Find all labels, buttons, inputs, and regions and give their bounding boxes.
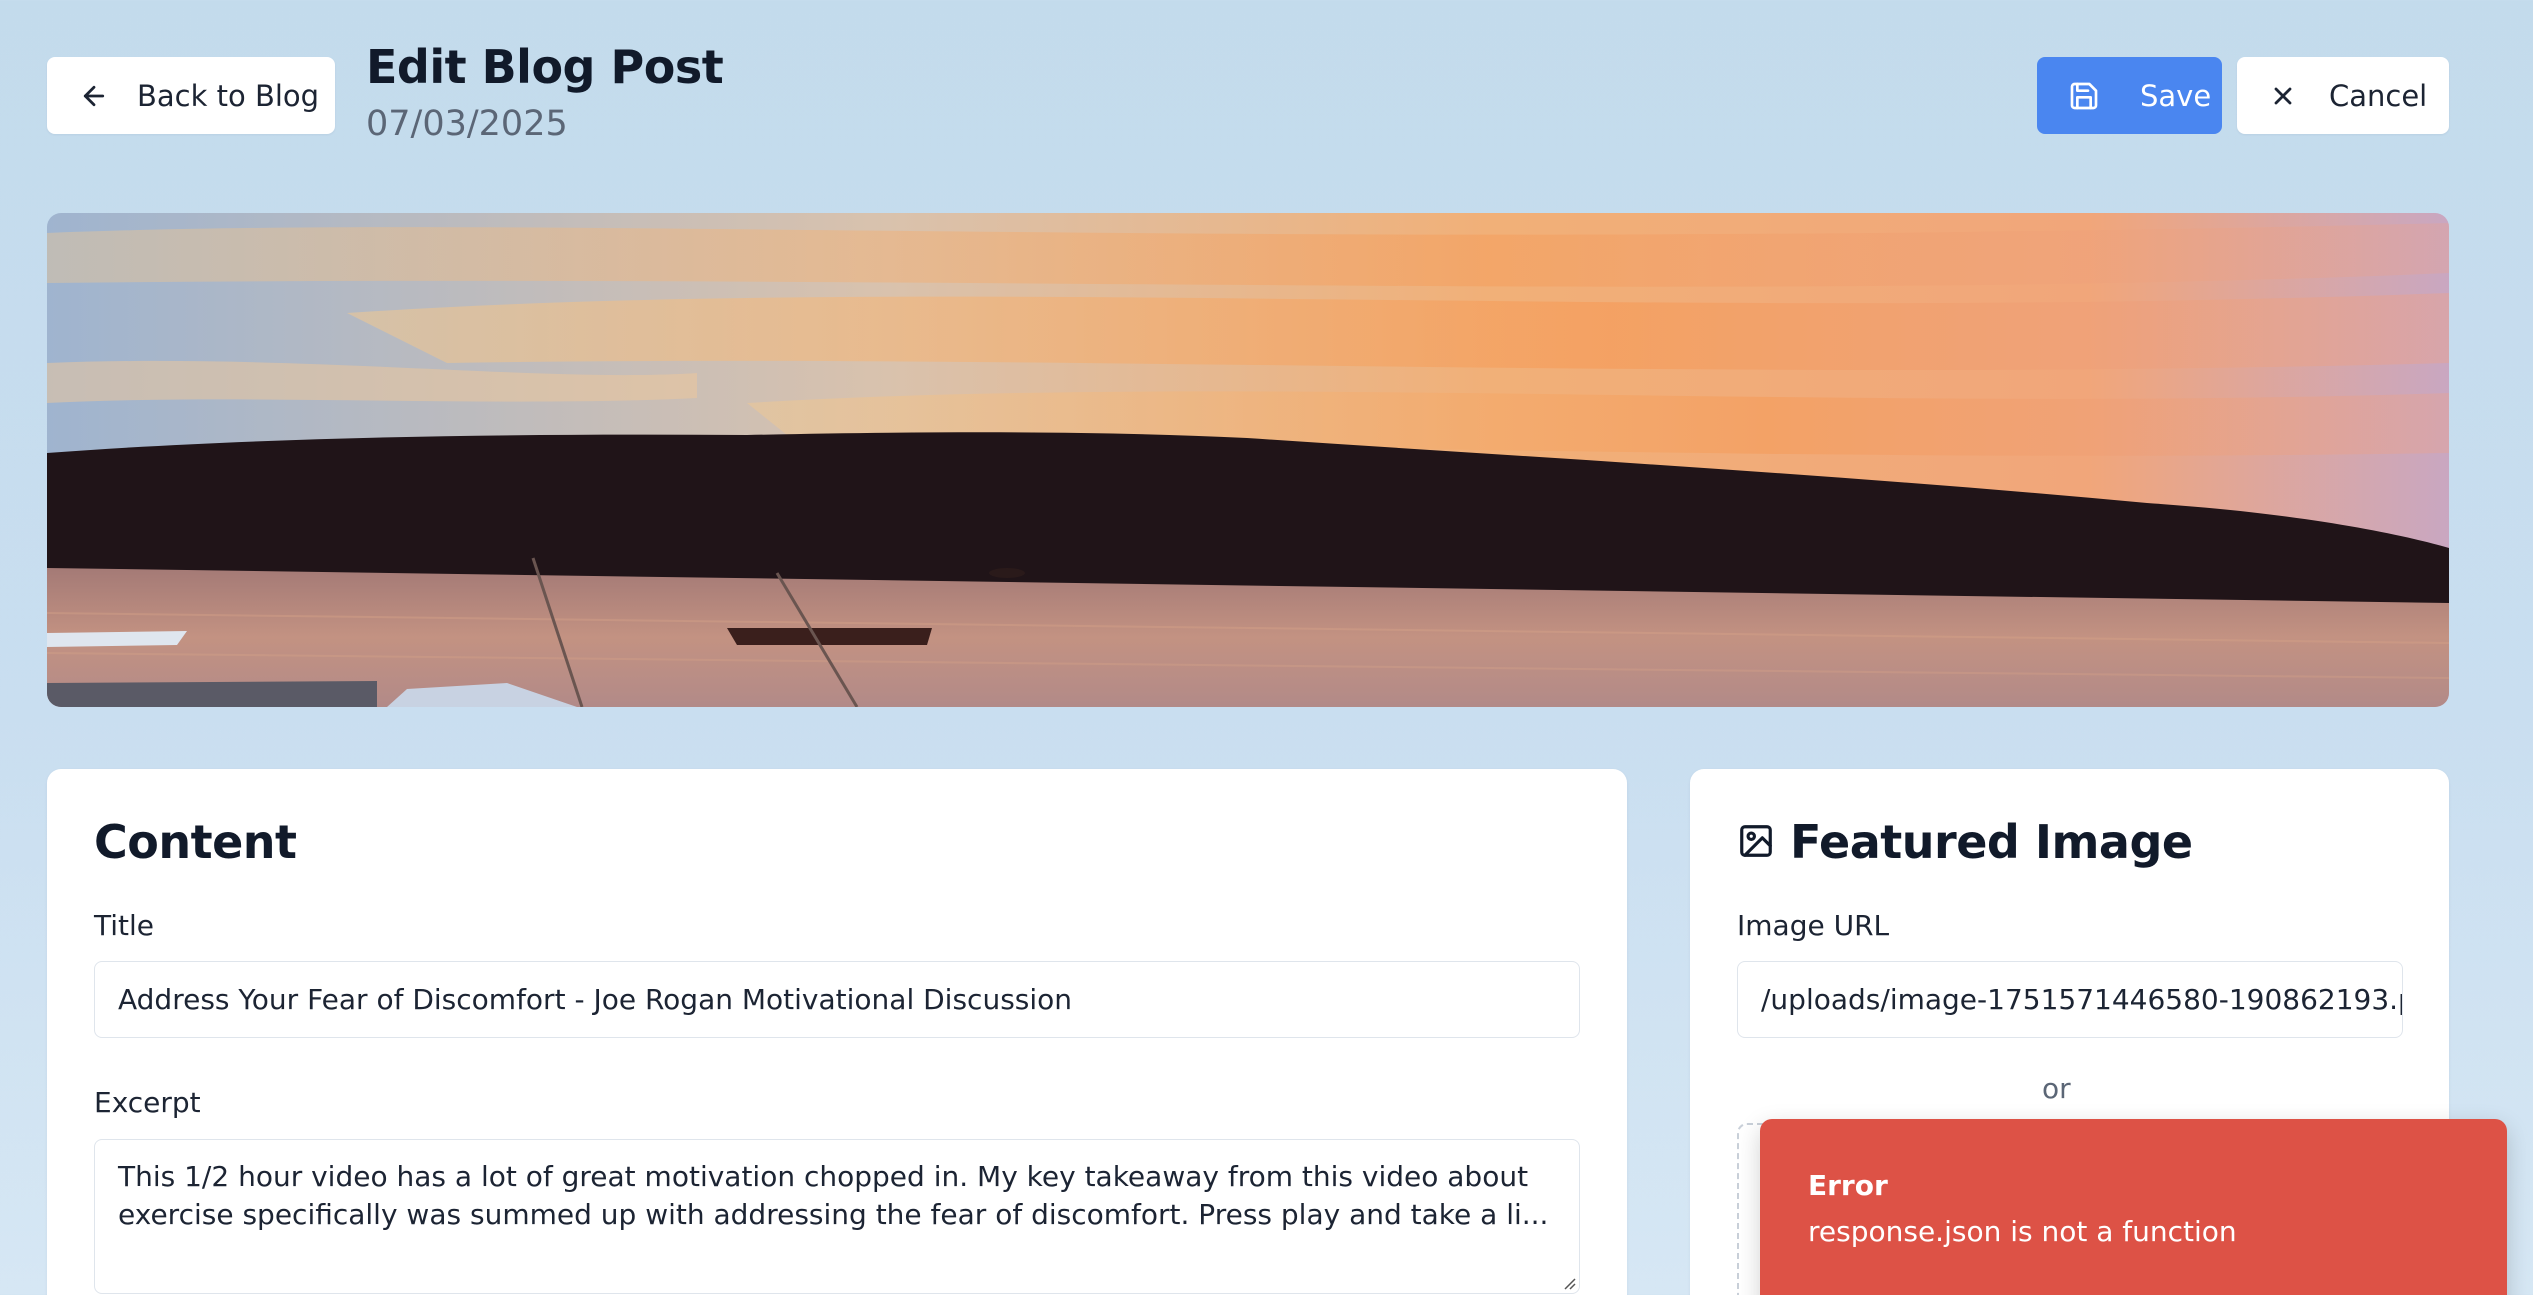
- arrow-left-icon: [79, 81, 109, 111]
- cancel-button[interactable]: Cancel: [2237, 57, 2449, 134]
- content-heading: Content: [94, 815, 297, 869]
- resize-handle-icon[interactable]: [1560, 1274, 1576, 1290]
- image-icon: [1740, 825, 1772, 857]
- close-icon: [2269, 82, 2297, 110]
- page-title: Edit Blog Post: [366, 40, 724, 94]
- content-card: Content Title Address Your Fear of Disco…: [47, 769, 1627, 1295]
- image-url-label: Image URL: [1737, 909, 1890, 942]
- cancel-label: Cancel: [2329, 78, 2428, 113]
- toast-message: response.json is not a function: [1808, 1215, 2237, 1248]
- back-to-blog-label: Back to Blog: [137, 78, 320, 113]
- excerpt-label: Excerpt: [94, 1086, 201, 1119]
- excerpt-textarea[interactable]: This 1/2 hour video has a lot of great m…: [94, 1139, 1580, 1294]
- image-url-input[interactable]: /uploads/image-1751571446580-190862193.p…: [1737, 961, 2403, 1038]
- or-divider: or: [2042, 1072, 2071, 1105]
- featured-image-heading: Featured Image: [1790, 815, 2193, 869]
- title-label: Title: [94, 909, 155, 942]
- save-icon: [2068, 80, 2100, 112]
- save-button[interactable]: Save: [2037, 57, 2222, 134]
- excerpt-text: This 1/2 hour video has a lot of great m…: [118, 1160, 1549, 1231]
- save-label: Save: [2140, 78, 2212, 113]
- post-date: 07/03/2025: [366, 104, 568, 144]
- error-toast[interactable]: Error response.json is not a function: [1760, 1119, 2507, 1295]
- title-input[interactable]: Address Your Fear of Discomfort - Joe Ro…: [94, 961, 1580, 1038]
- featured-image-preview: [47, 213, 2449, 707]
- back-to-blog-button[interactable]: Back to Blog: [47, 57, 335, 134]
- toast-title: Error: [1808, 1169, 1888, 1202]
